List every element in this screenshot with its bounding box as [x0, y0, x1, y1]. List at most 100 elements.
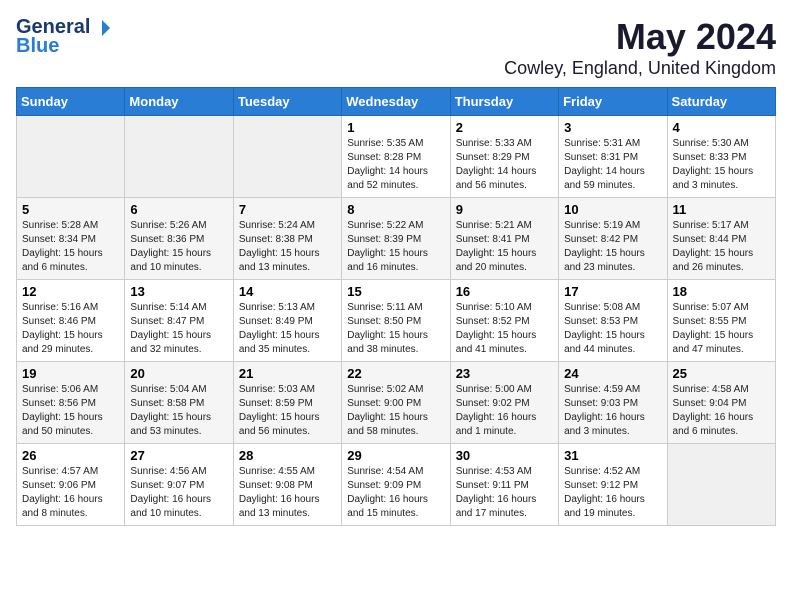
weekday-header-saturday: Saturday [667, 88, 775, 116]
day-info: Sunrise: 4:57 AMSunset: 9:06 PMDaylight:… [22, 465, 119, 521]
calendar-day-2: 2Sunrise: 5:33 AMSunset: 8:29 PMDaylight… [450, 116, 558, 198]
calendar-empty-cell [125, 116, 233, 198]
day-info: Sunrise: 5:17 AMSunset: 8:44 PMDaylight:… [673, 219, 770, 275]
weekday-header-monday: Monday [125, 88, 233, 116]
day-number: 14 [239, 284, 336, 299]
day-number: 16 [456, 284, 553, 299]
day-number: 13 [130, 284, 227, 299]
day-number: 10 [564, 202, 661, 217]
day-number: 2 [456, 120, 553, 135]
weekday-header-sunday: Sunday [17, 88, 125, 116]
day-number: 4 [673, 120, 770, 135]
calendar-day-1: 1Sunrise: 5:35 AMSunset: 8:28 PMDaylight… [342, 116, 450, 198]
day-number: 15 [347, 284, 444, 299]
day-number: 29 [347, 448, 444, 463]
weekday-header-tuesday: Tuesday [233, 88, 341, 116]
calendar-week-row: 5 Sunrise: 5:28 AMSunset: 8:34 PMDaylight… [17, 198, 776, 280]
calendar-day-16: 16Sunrise: 5:10 AMSunset: 8:52 PMDayligh… [450, 280, 558, 362]
calendar-empty-cell [667, 444, 775, 526]
calendar-day-9: 9 Sunrise: 5:21 AMSunset: 8:41 PMDaylight… [450, 198, 558, 280]
day-number: 19 [22, 366, 119, 381]
day-info: Sunrise: 4:59 AMSunset: 9:03 PMDaylight:… [564, 383, 661, 439]
day-number: 17 [564, 284, 661, 299]
calendar-day-24: 24 Sunrise: 4:59 AMSunset: 9:03 PMDayligh… [559, 362, 667, 444]
calendar-day-18: 18Sunrise: 5:07 AMSunset: 8:55 PMDayligh… [667, 280, 775, 362]
weekday-header-wednesday: Wednesday [342, 88, 450, 116]
day-info: Sunrise: 5:06 AMSunset: 8:56 PMDaylight:… [22, 383, 119, 439]
day-info: Sunrise: 5:24 AMSunset: 8:38 PMDaylight:… [239, 219, 336, 275]
day-info: Sunrise: 5:04 AMSunset: 8:58 PMDaylight:… [130, 383, 227, 439]
day-number: 21 [239, 366, 336, 381]
day-info: Sunrise: 5:03 AMSunset: 8:59 PMDaylight:… [239, 383, 336, 439]
day-number: 18 [673, 284, 770, 299]
day-info: Sunrise: 4:55 AMSunset: 9:08 PMDaylight:… [239, 465, 336, 521]
day-number: 26 [22, 448, 119, 463]
day-info: Sunrise: 5:28 AMSunset: 8:34 PMDaylight:… [22, 219, 119, 275]
calendar-day-31: 31Sunrise: 4:52 AMSunset: 9:12 PMDayligh… [559, 444, 667, 526]
day-info: Sunrise: 5:21 AMSunset: 8:41 PMDaylight:… [456, 219, 553, 275]
day-info: Sunrise: 5:02 AMSunset: 9:00 PMDaylight:… [347, 383, 444, 439]
logo-blue-text: Blue [16, 35, 59, 58]
logo-icon [92, 18, 112, 38]
day-info: Sunrise: 5:22 AMSunset: 8:39 PMDaylight:… [347, 219, 444, 275]
day-info: Sunrise: 4:54 AMSunset: 9:09 PMDaylight:… [347, 465, 444, 521]
day-number: 7 [239, 202, 336, 217]
calendar-day-25: 25Sunrise: 4:58 AMSunset: 9:04 PMDayligh… [667, 362, 775, 444]
day-number: 5 [22, 202, 119, 217]
calendar-day-21: 21 Sunrise: 5:03 AMSunset: 8:59 PMDayligh… [233, 362, 341, 444]
logo: General Blue [16, 16, 112, 58]
day-info: Sunrise: 5:26 AMSunset: 8:36 PMDaylight:… [130, 219, 227, 275]
calendar-day-11: 11 Sunrise: 5:17 AMSunset: 8:44 PMDayligh… [667, 198, 775, 280]
calendar-day-3: 3Sunrise: 5:31 AMSunset: 8:31 PMDaylight… [559, 116, 667, 198]
day-number: 27 [130, 448, 227, 463]
calendar-day-7: 7 Sunrise: 5:24 AMSunset: 8:38 PMDaylight… [233, 198, 341, 280]
calendar-day-6: 6 Sunrise: 5:26 AMSunset: 8:36 PMDaylight… [125, 198, 233, 280]
day-number: 20 [130, 366, 227, 381]
day-number: 6 [130, 202, 227, 217]
calendar-day-12: 12 Sunrise: 5:16 AMSunset: 8:46 PMDayligh… [17, 280, 125, 362]
calendar-header-row: SundayMondayTuesdayWednesdayThursdayFrid… [17, 88, 776, 116]
weekday-header-thursday: Thursday [450, 88, 558, 116]
day-info: Sunrise: 4:56 AMSunset: 9:07 PMDaylight:… [130, 465, 227, 521]
calendar-day-5: 5 Sunrise: 5:28 AMSunset: 8:34 PMDaylight… [17, 198, 125, 280]
day-info: Sunrise: 5:13 AMSunset: 8:49 PMDaylight:… [239, 301, 336, 357]
calendar-day-30: 30Sunrise: 4:53 AMSunset: 9:11 PMDayligh… [450, 444, 558, 526]
day-number: 12 [22, 284, 119, 299]
calendar-day-29: 29 Sunrise: 4:54 AMSunset: 9:09 PMDayligh… [342, 444, 450, 526]
calendar-day-4: 4Sunrise: 5:30 AMSunset: 8:33 PMDaylight… [667, 116, 775, 198]
calendar-day-14: 14 Sunrise: 5:13 AMSunset: 8:49 PMDayligh… [233, 280, 341, 362]
day-info: Sunrise: 5:11 AMSunset: 8:50 PMDaylight:… [347, 301, 444, 357]
day-number: 9 [456, 202, 553, 217]
calendar-day-17: 17 Sunrise: 5:08 AMSunset: 8:53 PMDayligh… [559, 280, 667, 362]
day-number: 28 [239, 448, 336, 463]
day-number: 3 [564, 120, 661, 135]
day-number: 22 [347, 366, 444, 381]
calendar-week-row: 19 Sunrise: 5:06 AMSunset: 8:56 PMDayligh… [17, 362, 776, 444]
location-title: Cowley, England, United Kingdom [504, 58, 776, 79]
title-area: May 2024 Cowley, England, United Kingdom [504, 16, 776, 79]
weekday-header-friday: Friday [559, 88, 667, 116]
calendar-day-19: 19 Sunrise: 5:06 AMSunset: 8:56 PMDayligh… [17, 362, 125, 444]
calendar-empty-cell [233, 116, 341, 198]
day-info: Sunrise: 5:08 AMSunset: 8:53 PMDaylight:… [564, 301, 661, 357]
day-number: 25 [673, 366, 770, 381]
day-info: Sunrise: 5:00 AMSunset: 9:02 PMDaylight:… [456, 383, 553, 439]
calendar-day-23: 23Sunrise: 5:00 AMSunset: 9:02 PMDayligh… [450, 362, 558, 444]
day-number: 11 [673, 202, 770, 217]
calendar-week-row: 1Sunrise: 5:35 AMSunset: 8:28 PMDaylight… [17, 116, 776, 198]
day-number: 1 [347, 120, 444, 135]
day-info: Sunrise: 5:14 AMSunset: 8:47 PMDaylight:… [130, 301, 227, 357]
day-info: Sunrise: 4:52 AMSunset: 9:12 PMDaylight:… [564, 465, 661, 521]
calendar-day-22: 22 Sunrise: 5:02 AMSunset: 9:00 PMDayligh… [342, 362, 450, 444]
calendar-day-10: 10Sunrise: 5:19 AMSunset: 8:42 PMDayligh… [559, 198, 667, 280]
day-info: Sunrise: 4:53 AMSunset: 9:11 PMDaylight:… [456, 465, 553, 521]
day-number: 24 [564, 366, 661, 381]
calendar-day-28: 28 Sunrise: 4:55 AMSunset: 9:08 PMDayligh… [233, 444, 341, 526]
calendar-week-row: 26 Sunrise: 4:57 AMSunset: 9:06 PMDayligh… [17, 444, 776, 526]
calendar-empty-cell [17, 116, 125, 198]
calendar-day-15: 15 Sunrise: 5:11 AMSunset: 8:50 PMDayligh… [342, 280, 450, 362]
day-info: Sunrise: 5:16 AMSunset: 8:46 PMDaylight:… [22, 301, 119, 357]
header: General Blue May 2024 Cowley, England, U… [16, 16, 776, 79]
calendar-day-26: 26 Sunrise: 4:57 AMSunset: 9:06 PMDayligh… [17, 444, 125, 526]
calendar-day-13: 13 Sunrise: 5:14 AMSunset: 8:47 PMDayligh… [125, 280, 233, 362]
